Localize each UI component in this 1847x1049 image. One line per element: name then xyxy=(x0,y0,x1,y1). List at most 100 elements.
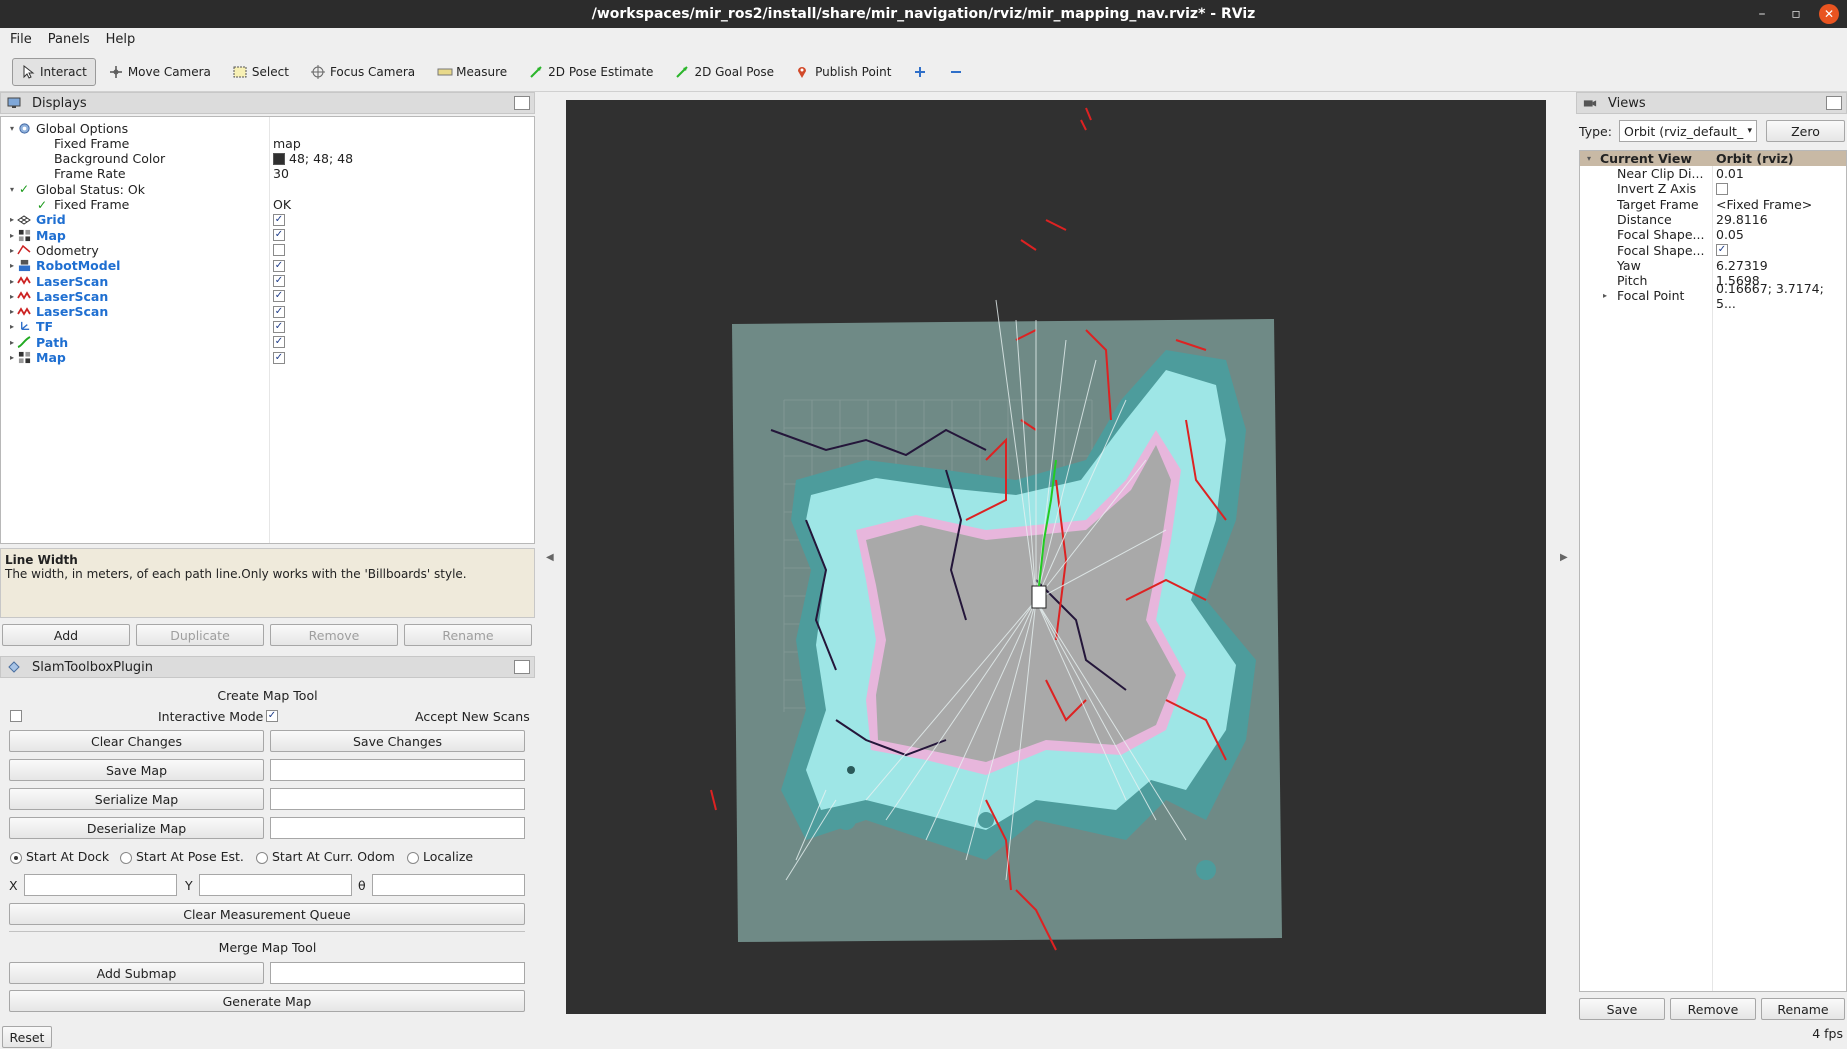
view-property-yaw[interactable]: Yaw 6.27319 xyxy=(1580,258,1846,273)
remove-tool-button[interactable] xyxy=(940,58,972,86)
expand-right-icon[interactable]: ▸ xyxy=(7,353,17,362)
right-splitter-arrow-icon[interactable]: ▶ xyxy=(1560,552,1568,563)
display-row-value[interactable]: ✓ xyxy=(273,320,285,333)
add-display-button[interactable]: Add xyxy=(2,624,130,646)
tool-measure[interactable]: Measure xyxy=(428,58,516,86)
reset-button[interactable]: Reset xyxy=(2,1026,52,1048)
color-swatch[interactable] xyxy=(273,152,285,165)
menu-file[interactable]: File xyxy=(10,32,32,47)
view-property-value[interactable]: 0.01 xyxy=(1716,166,1744,181)
radio-localize[interactable]: Localize xyxy=(407,849,473,864)
view-property-value[interactable]: 29.8116 xyxy=(1716,212,1768,227)
theta-input[interactable] xyxy=(372,874,525,896)
display-row-map[interactable]: ▸ Map ✓ xyxy=(1,349,534,367)
display-row-value[interactable] xyxy=(273,244,285,257)
expand-right-icon[interactable]: ▸ xyxy=(1600,291,1610,300)
generate-map-button[interactable]: Generate Map xyxy=(9,990,525,1012)
slam-float-button[interactable] xyxy=(514,660,530,674)
display-row-value[interactable]: map xyxy=(273,136,301,151)
render-viewport[interactable] xyxy=(566,100,1546,1014)
display-enable-checkbox[interactable]: ✓ xyxy=(273,336,285,349)
display-row-value[interactable]: ✓ xyxy=(273,305,285,318)
expand-right-icon[interactable]: ▸ xyxy=(7,322,17,331)
expand-right-icon[interactable]: ▸ xyxy=(7,292,17,301)
view-property-value[interactable]: 6.27319 xyxy=(1716,258,1768,273)
tool-publish-point[interactable]: Publish Point xyxy=(787,58,900,86)
view-property-value[interactable]: 0.05 xyxy=(1716,227,1744,242)
interactive-mode-checkbox[interactable]: ✓ xyxy=(266,710,278,722)
menu-help[interactable]: Help xyxy=(106,32,136,47)
zero-button[interactable]: Zero xyxy=(1766,120,1845,142)
current-view-row[interactable]: ▾ Current View Orbit (rviz) xyxy=(1580,151,1846,166)
views-float-button[interactable] xyxy=(1826,96,1842,110)
view-property-value[interactable] xyxy=(1716,182,1728,195)
save-map-input[interactable] xyxy=(270,759,525,781)
view-property-focal-point[interactable]: ▸ Focal Point 0.16667; 3.7174; 5... xyxy=(1580,281,1846,311)
expand-down-icon[interactable]: ▾ xyxy=(7,124,17,133)
view-property-near-clip-di-[interactable]: Near Clip Di... 0.01 xyxy=(1580,166,1846,181)
view-property-checkbox[interactable] xyxy=(1716,182,1728,195)
add-tool-button[interactable] xyxy=(904,58,936,86)
serialize-map-input[interactable] xyxy=(270,788,525,810)
clear-changes-button[interactable]: Clear Changes xyxy=(9,730,264,752)
views-tree[interactable]: ▾ Current View Orbit (rviz) Near Clip Di...… xyxy=(1579,150,1847,992)
display-row-value[interactable]: ✓ xyxy=(273,336,285,349)
display-enable-checkbox[interactable]: ✓ xyxy=(273,259,285,272)
view-property-focal-shape-[interactable]: Focal Shape... 0.05 xyxy=(1580,227,1846,242)
display-enable-checkbox[interactable] xyxy=(273,244,285,257)
add-submap-button[interactable]: Add Submap xyxy=(9,962,264,984)
deserialize-map-button[interactable]: Deserialize Map xyxy=(9,817,264,839)
expand-right-icon[interactable]: ▸ xyxy=(7,338,17,347)
save-map-button[interactable]: Save Map xyxy=(9,759,264,781)
tool-select[interactable]: Select xyxy=(224,58,298,86)
display-row-value[interactable]: 30 xyxy=(273,166,289,181)
expand-right-icon[interactable]: ▸ xyxy=(7,261,17,270)
display-enable-checkbox[interactable]: ✓ xyxy=(273,275,285,287)
view-property-value[interactable]: <Fixed Frame> xyxy=(1716,197,1812,212)
expand-down-icon[interactable]: ▾ xyxy=(7,185,17,194)
displays-tree[interactable]: ▾ Global Options Fixed Frame map Background … xyxy=(0,116,535,544)
expand-right-icon[interactable]: ▸ xyxy=(7,246,17,255)
display-row-value[interactable]: ✓ xyxy=(273,213,285,226)
display-enable-checkbox[interactable]: ✓ xyxy=(273,305,285,318)
maximize-icon[interactable]: ▫ xyxy=(1779,6,1813,22)
view-property-value[interactable]: ✓ xyxy=(1716,244,1728,256)
interactive-mode-left-checkbox[interactable] xyxy=(10,710,22,722)
left-splitter-arrow-icon[interactable]: ◀ xyxy=(546,552,554,563)
display-row-value[interactable]: ✓ xyxy=(273,229,285,242)
expand-right-icon[interactable]: ▸ xyxy=(7,231,17,240)
x-input[interactable] xyxy=(24,874,177,896)
expand-right-icon[interactable]: ▸ xyxy=(7,307,17,316)
duplicate-display-button[interactable]: Duplicate xyxy=(136,624,264,646)
tool-interact[interactable]: Interact xyxy=(12,57,96,86)
expand-right-icon[interactable]: ▸ xyxy=(7,215,17,224)
rename-display-button[interactable]: Rename xyxy=(404,624,532,646)
view-property-distance[interactable]: Distance 29.8116 xyxy=(1580,212,1846,227)
tool-focus-camera[interactable]: Focus Camera xyxy=(302,58,424,86)
display-enable-checkbox[interactable]: ✓ xyxy=(273,320,285,333)
view-property-checkbox[interactable]: ✓ xyxy=(1716,244,1728,256)
menu-panels[interactable]: Panels xyxy=(48,32,90,47)
view-property-target-frame[interactable]: Target Frame <Fixed Frame> xyxy=(1580,197,1846,212)
expand-down-icon[interactable]: ▾ xyxy=(1584,154,1594,163)
tool-2d-goal-pose[interactable]: 2D Goal Pose xyxy=(666,58,783,86)
serialize-map-button[interactable]: Serialize Map xyxy=(9,788,264,810)
clear-measurement-queue-button[interactable]: Clear Measurement Queue xyxy=(9,903,525,925)
display-enable-checkbox[interactable]: ✓ xyxy=(273,213,285,226)
display-enable-checkbox[interactable]: ✓ xyxy=(273,290,285,303)
displays-float-button[interactable] xyxy=(514,96,530,110)
save-view-button[interactable]: Save xyxy=(1579,998,1665,1020)
display-row-value[interactable]: ✓ xyxy=(273,259,285,272)
tool-2d-pose-estimate[interactable]: 2D Pose Estimate xyxy=(520,58,662,86)
deserialize-map-input[interactable] xyxy=(270,817,525,839)
view-type-select[interactable]: Orbit (rviz_default_ ▾ xyxy=(1619,120,1757,142)
radio-start-at-pose-est[interactable]: Start At Pose Est. xyxy=(120,849,244,864)
tool-move-camera[interactable]: Move Camera xyxy=(100,58,220,86)
expand-right-icon[interactable]: ▸ xyxy=(7,277,17,286)
display-enable-checkbox[interactable]: ✓ xyxy=(273,351,285,364)
view-property-focal-shape-[interactable]: Focal Shape... ✓ xyxy=(1580,243,1846,258)
display-row-value[interactable]: 48; 48; 48 xyxy=(273,151,353,166)
radio-start-at-curr-odom[interactable]: Start At Curr. Odom xyxy=(256,849,395,864)
y-input[interactable] xyxy=(199,874,352,896)
display-row-value[interactable]: ✓ xyxy=(273,351,285,364)
